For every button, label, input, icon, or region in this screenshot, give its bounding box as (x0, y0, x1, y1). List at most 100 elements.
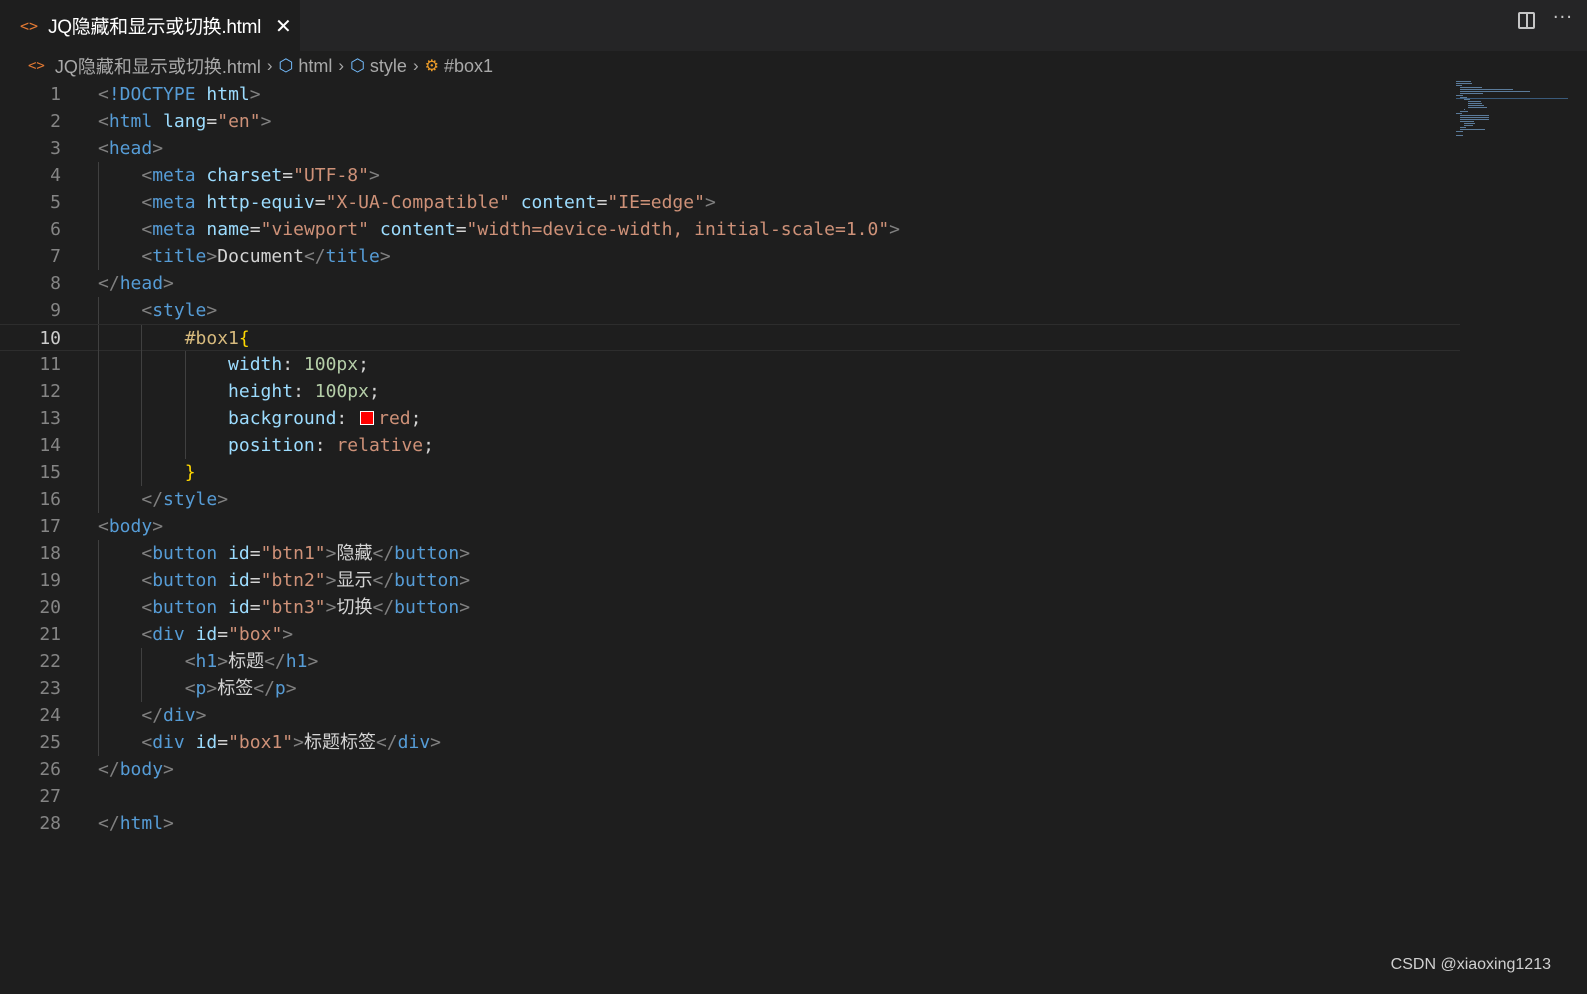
token-punc: < (141, 300, 153, 321)
minimap-line (1456, 81, 1471, 82)
more-actions-icon[interactable]: ··· (1553, 8, 1573, 27)
token-tag: p (274, 678, 286, 699)
token-str: "X-UA-Compatible" (325, 192, 510, 213)
code-line[interactable]: 5 <meta http-equiv="X-UA-Compatible" con… (0, 189, 1460, 216)
code-line[interactable]: 27 (0, 783, 1460, 810)
watermark: CSDN @xiaoxing1213 (1390, 956, 1551, 973)
token-text: ; (358, 354, 369, 375)
close-icon[interactable]: ✕ (275, 16, 292, 36)
code-editor[interactable]: 1 <!DOCTYPE html> 2 <html lang="en"> 3 <head>… (0, 81, 1460, 837)
line-number: 4 (50, 165, 61, 186)
minimap-line (1468, 101, 1481, 102)
code-line[interactable]: 8 </head> (0, 270, 1460, 297)
minimap-line (1464, 123, 1475, 124)
token-punc: < (98, 138, 109, 159)
code-line[interactable]: 22 <h1>标题</h1> (0, 648, 1460, 675)
code-line[interactable]: 10 #box1{ (0, 324, 1460, 352)
token-val: relative (336, 435, 424, 456)
token-text: = (249, 597, 261, 618)
token-punc: > (325, 543, 337, 564)
code-line[interactable]: 20 <button id="btn3">切换</button> (0, 594, 1460, 621)
code-text: <div id="box1">标题标签</div> (98, 729, 441, 756)
code-line[interactable]: 14 position: relative; (0, 432, 1460, 459)
code-text: height: 100px; (98, 378, 380, 405)
minimap-line (1456, 95, 1463, 96)
token-punc: > (260, 111, 272, 132)
code-line[interactable]: 13 background: red; (0, 405, 1460, 432)
code-line[interactable]: 2 <html lang="en"> (0, 108, 1460, 135)
code-line[interactable]: 28 </html> (0, 810, 1460, 837)
code-line[interactable]: 11 width: 100px; (0, 351, 1460, 378)
token-attr: id (228, 543, 250, 564)
code-line[interactable]: 12 height: 100px; (0, 378, 1460, 405)
token-punc: > (459, 570, 471, 591)
token-punc: > (152, 138, 164, 159)
minimap[interactable] (1456, 81, 1568, 141)
code-line[interactable]: 4 <meta charset="UTF-8"> (0, 162, 1460, 189)
code-text: <button id="btn3">切换</button> (98, 594, 470, 621)
code-line[interactable]: 7 <title>Document</title> (0, 243, 1460, 270)
minimap-line (1460, 129, 1485, 130)
token-punc: > (325, 597, 337, 618)
token-punc: < (141, 732, 153, 753)
code-line[interactable]: 26 </body> (0, 756, 1460, 783)
token-tag: button (394, 543, 460, 564)
code-line[interactable]: 25 <div id="box1">标题标签</div> (0, 729, 1460, 756)
line-number: 15 (39, 462, 61, 483)
code-line[interactable]: 1 <!DOCTYPE html> (0, 81, 1460, 108)
code-line[interactable]: 18 <button id="btn1">隐藏</button> (0, 540, 1460, 567)
code-line[interactable]: 19 <button id="btn2">显示</button> (0, 567, 1460, 594)
code-line[interactable]: 17 <body> (0, 513, 1460, 540)
chevron-right-icon: › (338, 56, 345, 75)
token-attr: lang (163, 111, 207, 132)
code-line[interactable]: 9 <style> (0, 297, 1460, 324)
code-text: <head> (98, 135, 163, 162)
minimap-line (1460, 111, 1468, 112)
token-punc: < (98, 84, 109, 105)
token-text: : (336, 408, 359, 429)
token-punc: </ (375, 732, 398, 753)
line-number: 8 (50, 273, 61, 294)
code-line[interactable]: 21 <div id="box"> (0, 621, 1460, 648)
token-str: "viewport" (260, 219, 369, 240)
token-tag: div (152, 732, 185, 753)
breadcrumb-file[interactable]: JQ隐藏和显示或切换.html (55, 53, 261, 79)
line-number: 26 (39, 759, 61, 780)
code-line[interactable]: 24 </div> (0, 702, 1460, 729)
code-text: </style> (98, 486, 228, 513)
line-number: 27 (39, 786, 61, 807)
token-punc: </ (303, 246, 326, 267)
token-text: : (314, 435, 337, 456)
tab-active-file[interactable]: <> JQ隐藏和显示或切换.html ✕ (0, 0, 300, 51)
split-editor-icon[interactable] (1517, 12, 1535, 29)
code-line[interactable]: 3 <head> (0, 135, 1460, 162)
token-text: = (206, 111, 218, 132)
line-number: 1 (50, 84, 61, 105)
breadcrumb-item-box1[interactable]: #box1 (444, 56, 493, 77)
token-attr: name (206, 219, 250, 240)
token-attr: content (520, 192, 597, 213)
code-line[interactable]: 15 } (0, 459, 1460, 486)
token-punc: > (459, 543, 471, 564)
code-line[interactable]: 16 </style> (0, 486, 1460, 513)
code-text: </div> (98, 702, 206, 729)
breadcrumb-item-html[interactable]: html (298, 56, 332, 77)
minimap-line (1460, 127, 1466, 128)
token-brace: { (238, 328, 250, 349)
code-line[interactable]: 6 <meta name="viewport" content="width=d… (0, 216, 1460, 243)
token-punc: < (141, 192, 153, 213)
code-line[interactable]: 23 <p>标签</p> (0, 675, 1460, 702)
token-text: : (282, 354, 304, 375)
breadcrumb-item-style[interactable]: style (370, 56, 407, 77)
token-str: "box" (228, 624, 283, 645)
color-swatch-icon[interactable] (360, 411, 375, 425)
